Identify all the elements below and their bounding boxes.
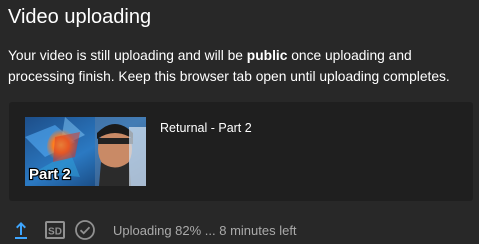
- upload-message: Your video is still uploading and will b…: [8, 45, 470, 87]
- thumbnail-image: Part 2: [25, 117, 146, 186]
- video-card: Part 2 Returnal - Part 2: [9, 102, 473, 201]
- sd-quality-icon: SD: [44, 219, 66, 241]
- dialog-title: Video uploading: [8, 6, 152, 28]
- sd-label: SD: [48, 227, 62, 238]
- visibility-value: public: [246, 48, 288, 63]
- video-title: Returnal - Part 2: [160, 121, 252, 135]
- upload-status-text: Uploading 82% ... 8 minutes left: [113, 223, 297, 238]
- thumbnail-caption: Part 2: [29, 166, 71, 183]
- upload-status-bar: SD Uploading 82% ... 8 minutes left: [0, 216, 479, 244]
- message-text-before: Your video is still uploading and will b…: [8, 48, 247, 63]
- check-circle-icon: [74, 219, 96, 241]
- upload-icon: [10, 219, 32, 241]
- video-thumbnail[interactable]: Part 2: [25, 117, 146, 186]
